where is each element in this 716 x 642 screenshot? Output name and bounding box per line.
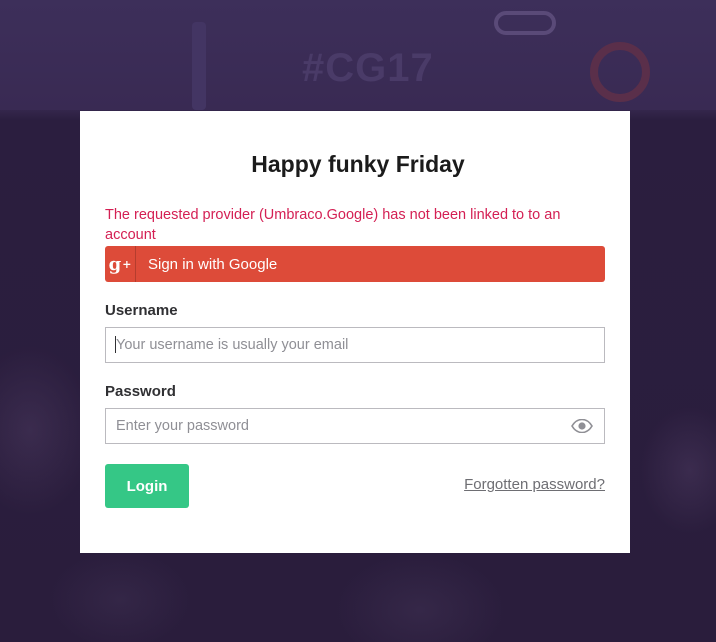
password-input[interactable]: [105, 408, 605, 444]
login-button[interactable]: Login: [105, 464, 189, 508]
google-plus-icon: g +: [105, 246, 136, 282]
background-pole: [192, 22, 206, 110]
show-password-eye-icon[interactable]: [570, 416, 594, 436]
password-label: Password: [105, 383, 176, 400]
google-button-label: Sign in with Google: [148, 255, 278, 273]
greeting-title: Happy funky Friday: [251, 151, 465, 177]
background-hashtag: #CG17: [302, 46, 434, 90]
background-ring-shape: [590, 42, 650, 102]
error-message: The requested provider (Umbraco.Google) …: [105, 207, 561, 243]
eye-icon: [571, 419, 593, 433]
sign-in-with-google-button[interactable]: g + Sign in with Google: [105, 246, 605, 282]
username-label: Username: [105, 302, 178, 319]
forgotten-password-link[interactable]: Forgotten password?: [464, 476, 605, 493]
text-cursor: [115, 336, 116, 353]
username-input[interactable]: [105, 327, 605, 363]
background-pill-shape: [494, 11, 556, 35]
